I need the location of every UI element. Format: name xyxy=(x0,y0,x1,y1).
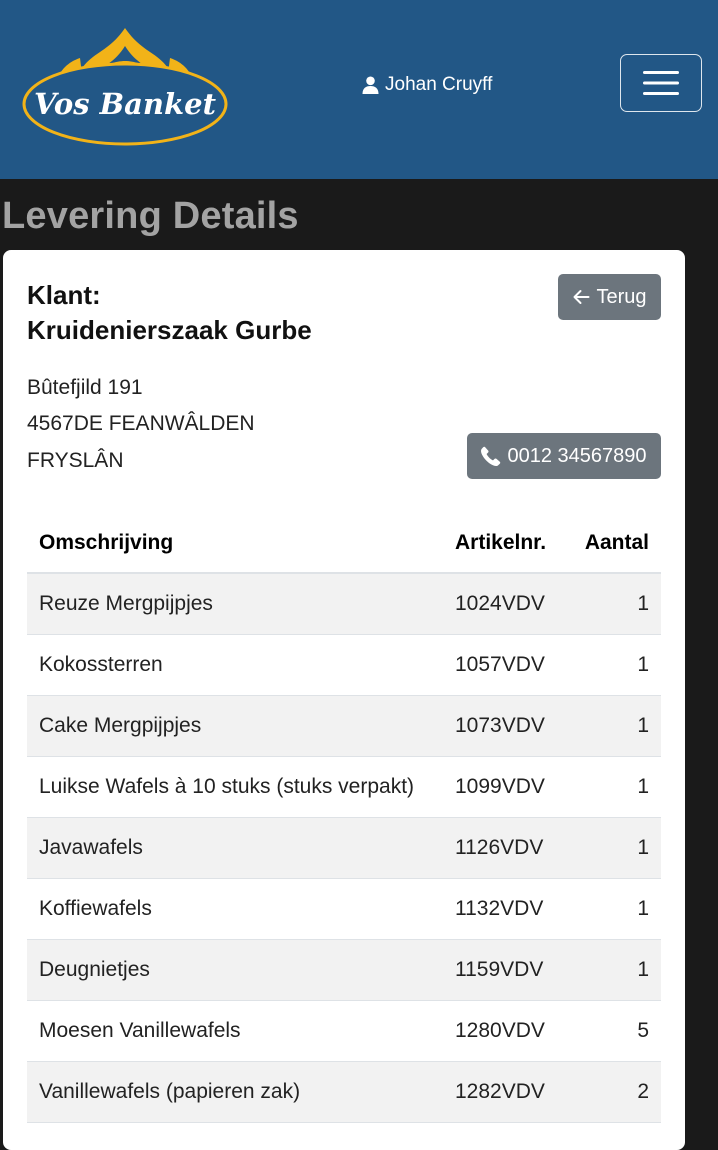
delivery-card: Klant: Kruidenierszaak Gurbe Terug Bûtef… xyxy=(3,250,685,1150)
table-header: Omschrijving Artikelnr. Aantal xyxy=(27,514,661,574)
table-row: Reuze Mergpijpjes 1024VDV 1 xyxy=(27,574,661,635)
cell-description: Cake Mergpijpjes xyxy=(39,714,202,737)
cell-quantity: 1 xyxy=(637,958,649,981)
cell-quantity: 1 xyxy=(637,836,649,859)
header-quantity: Aantal xyxy=(584,531,649,554)
cell-quantity: 1 xyxy=(637,714,649,737)
cell-description: Deugnietjes xyxy=(39,958,150,981)
vos-banket-logo[interactable]: Vos Banket xyxy=(20,24,230,148)
client-label: Klant: xyxy=(27,280,101,310)
cell-article: 1099VDV xyxy=(455,775,545,798)
header-description: Omschrijving xyxy=(39,531,174,554)
arrow-left-icon xyxy=(573,290,590,304)
back-button[interactable]: Terug xyxy=(558,274,661,320)
cell-article: 1282VDV xyxy=(455,1080,545,1103)
user-display: Johan Cruyff xyxy=(362,74,492,96)
phone-icon xyxy=(481,446,501,466)
user-name: Johan Cruyff xyxy=(385,74,493,95)
table-row: Javawafels 1126VDV 1 xyxy=(27,818,661,879)
cell-description: Luikse Wafels à 10 stuks (stuks verpakt) xyxy=(39,775,415,798)
cell-article: 1073VDV xyxy=(455,714,545,737)
address-postal-city: 4567DE FEANWÂLDEN xyxy=(27,412,255,435)
cell-article: 1126VDV xyxy=(455,836,544,859)
back-button-label: Terug xyxy=(596,285,647,308)
phone-button[interactable]: 0012 34567890 xyxy=(467,433,661,479)
menu-toggle-button[interactable] xyxy=(620,54,702,112)
cell-article: 1280VDV xyxy=(455,1019,545,1042)
cell-quantity: 1 xyxy=(637,653,649,676)
cell-quantity: 1 xyxy=(637,775,649,798)
cell-description: Moesen Vanillewafels xyxy=(39,1019,241,1042)
cell-description: Vanillewafels (papieren zak) xyxy=(39,1080,301,1103)
cell-article: 1057VDV xyxy=(455,653,545,676)
table-row: Luikse Wafels à 10 stuks (stuks verpakt)… xyxy=(27,757,661,818)
cell-article: 1024VDV xyxy=(455,592,545,615)
brand-name-text: Vos Banket xyxy=(34,87,217,121)
hamburger-menu-icon xyxy=(643,71,679,95)
cell-quantity: 1 xyxy=(637,897,649,920)
client-name: Kruidenierszaak Gurbe xyxy=(27,315,312,345)
address-province: FRYSLÂN xyxy=(27,449,124,472)
person-icon xyxy=(362,76,379,94)
products-table: Omschrijving Artikelnr. Aantal Reuze Mer… xyxy=(27,514,661,1123)
table-row: Moesen Vanillewafels 1280VDV 5 xyxy=(27,1001,661,1062)
cell-article: 1132VDV xyxy=(455,897,544,920)
cell-description: Kokossterren xyxy=(39,653,163,676)
cell-quantity: 1 xyxy=(637,592,649,615)
table-row: Koffiewafels 1132VDV 1 xyxy=(27,879,661,940)
address-street: Bûtefjild 191 xyxy=(27,376,143,399)
page-title: Levering Details xyxy=(2,195,299,237)
navbar: Vos Banket Johan Cruyff xyxy=(0,0,718,179)
table-row: Kokossterren 1057VDV 1 xyxy=(27,635,661,696)
cell-description: Reuze Mergpijpjes xyxy=(39,592,213,615)
table-row: Cake Mergpijpjes 1073VDV 1 xyxy=(27,696,661,757)
cell-article: 1159VDV xyxy=(455,958,544,981)
cell-quantity: 5 xyxy=(637,1019,649,1042)
table-row: Deugnietjes 1159VDV 1 xyxy=(27,940,661,1001)
cell-description: Koffiewafels xyxy=(39,897,152,920)
phone-number: 0012 34567890 xyxy=(507,444,647,467)
header-article: Artikelnr. xyxy=(455,531,547,554)
cell-quantity: 2 xyxy=(637,1080,649,1103)
cell-description: Javawafels xyxy=(39,836,143,859)
